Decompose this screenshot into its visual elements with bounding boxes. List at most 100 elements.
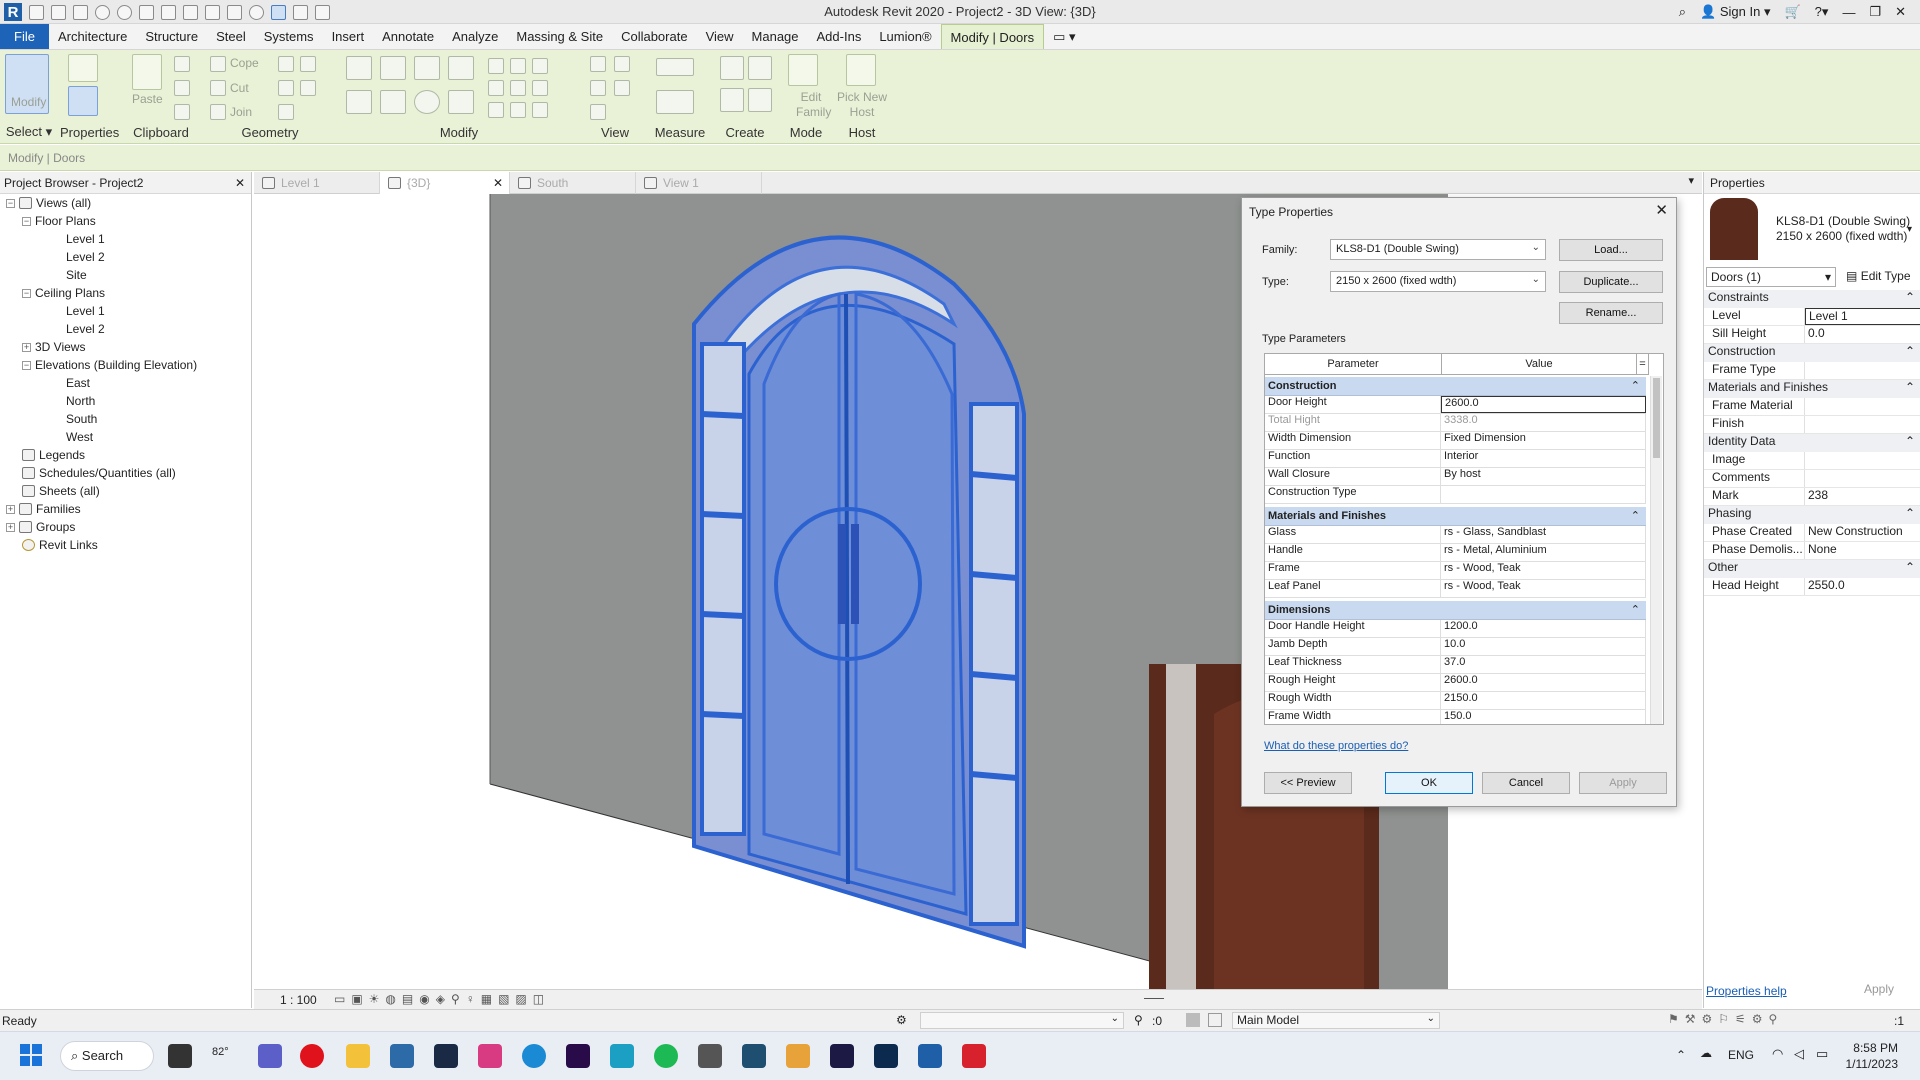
tab-steel[interactable]: Steel <box>207 24 255 49</box>
tray-app-icon[interactable]: ☁ <box>1700 1046 1712 1060</box>
preview-button[interactable]: << Preview <box>1264 772 1352 794</box>
delete-icon[interactable] <box>532 102 548 118</box>
table-scrollbar[interactable] <box>1650 376 1662 724</box>
type-select[interactable]: 2150 x 2600 (fixed wdth) ⌄ <box>1330 271 1546 292</box>
close-browser-icon[interactable]: ✕ <box>235 176 245 190</box>
prop-row-finish[interactable]: Finish <box>1704 416 1920 434</box>
tab-systems[interactable]: Systems <box>255 24 323 49</box>
tab-analyze[interactable]: Analyze <box>443 24 507 49</box>
design-option-select[interactable]: Main Model ⌄ <box>1232 1012 1440 1029</box>
table-row-width-dimension[interactable]: Width Dimension Fixed Dimension <box>1265 432 1646 450</box>
tree-elev-west[interactable]: West <box>66 430 93 444</box>
cut-clipboard-icon[interactable] <box>174 56 190 72</box>
align-icon[interactable] <box>346 56 372 80</box>
media-player-icon[interactable] <box>786 1044 810 1068</box>
rotate-icon[interactable] <box>414 90 440 114</box>
create-group-icon[interactable] <box>720 88 744 112</box>
tree-elev-south[interactable]: South <box>66 412 97 426</box>
tab-modify-doors[interactable]: Modify | Doors <box>940 24 1045 49</box>
tab-extra-dropdown[interactable]: ▭ ▾ <box>1044 24 1084 49</box>
prop-row-comments[interactable]: Comments <box>1704 470 1920 488</box>
tab-lumion[interactable]: Lumion® <box>870 24 940 49</box>
view-scale[interactable]: 1 : 100 <box>280 993 317 1007</box>
tree-floor-level-2[interactable]: Level 2 <box>66 250 105 264</box>
photos-icon[interactable] <box>390 1044 414 1068</box>
battery-icon[interactable]: ▭ <box>1816 1046 1828 1062</box>
scale-icon[interactable] <box>510 80 526 96</box>
3ds-max-icon[interactable] <box>610 1044 634 1068</box>
create-similar-icon[interactable] <box>748 88 772 112</box>
linework-icon[interactable] <box>590 80 606 96</box>
table-row-total-hight[interactable]: Total Hight 3338.0 <box>1265 414 1646 432</box>
editable-only-icon[interactable] <box>1208 1013 1222 1027</box>
volume-icon[interactable]: ◁ <box>1794 1046 1804 1062</box>
table-row-door-height[interactable]: Door Height 2600.0 <box>1265 396 1646 414</box>
autocad-tool-icon[interactable] <box>742 1044 766 1068</box>
join-icon[interactable] <box>210 104 226 120</box>
tab-insert[interactable]: Insert <box>323 24 374 49</box>
premiere-pro-icon[interactable] <box>566 1044 590 1068</box>
tab-file[interactable]: File <box>0 24 49 49</box>
offset-icon[interactable] <box>380 56 406 80</box>
spotify-icon[interactable] <box>654 1044 678 1068</box>
tray-overflow-icon[interactable]: ⌃ <box>1676 1048 1686 1062</box>
table-row-wall-closure[interactable]: Wall Closure By host <box>1265 468 1646 486</box>
family-select[interactable]: KLS8-D1 (Double Swing) ⌄ <box>1330 239 1546 260</box>
tree-floor-site[interactable]: Site <box>66 268 87 282</box>
sketchup-icon[interactable] <box>698 1044 722 1068</box>
group-other[interactable]: Other ⌃ <box>1704 560 1920 578</box>
view-tab-3d[interactable]: {3D} ✕ <box>380 172 510 194</box>
tree-elev-north[interactable]: North <box>66 394 95 408</box>
dialog-close-icon[interactable]: ✕ <box>1655 201 1668 219</box>
editing-requests-icon[interactable]: ⚲ <box>1134 1013 1143 1027</box>
tree-revit-links[interactable]: Revit Links <box>22 538 98 552</box>
workset-select[interactable]: ⌄ <box>920 1012 1124 1029</box>
tab-annotate[interactable]: Annotate <box>373 24 443 49</box>
taskbar-search[interactable]: ⌕ Search <box>60 1041 154 1071</box>
scroll-indicator[interactable] <box>1144 998 1164 999</box>
tab-add-ins[interactable]: Add-Ins <box>808 24 871 49</box>
table-row-frame[interactable]: Frame rs - Wood, Teak <box>1265 562 1646 580</box>
wifi-icon[interactable]: ◠ <box>1772 1046 1783 1062</box>
prop-row-phase-created[interactable]: Phase Created New Construction <box>1704 524 1920 542</box>
view-tab-south[interactable]: South <box>510 172 636 194</box>
properties-help-link-dialog[interactable]: What do these properties do? <box>1264 740 1408 752</box>
type-selector-dropdown-icon[interactable]: ▾ <box>1907 224 1912 235</box>
create-parts-icon[interactable] <box>748 56 772 80</box>
type-properties-icon[interactable] <box>68 54 98 82</box>
edge-icon[interactable] <box>522 1044 546 1068</box>
tree-ceiling-plans[interactable]: − Ceiling Plans <box>22 286 105 300</box>
match-type-icon[interactable] <box>174 104 190 120</box>
revit-taskbar-icon[interactable] <box>918 1044 942 1068</box>
hide-in-view-icon[interactable] <box>590 56 606 72</box>
close-window-button[interactable]: ✕ <box>1895 4 1906 20</box>
tab-view[interactable]: View <box>697 24 743 49</box>
split-face-icon[interactable] <box>278 56 294 72</box>
tree-families[interactable]: + Families <box>6 502 81 516</box>
measure-between-icon[interactable] <box>656 58 694 76</box>
prop-row-sill-height[interactable]: Sill Height 0.0 <box>1704 326 1920 344</box>
tree-legends[interactable]: Legends <box>22 448 85 462</box>
prop-row-head-height[interactable]: Head Height 2550.0 <box>1704 578 1920 596</box>
tree-floor-plans[interactable]: − Floor Plans <box>22 214 96 228</box>
mirror-axis-icon[interactable] <box>414 56 440 80</box>
copy-element-icon[interactable] <box>380 90 406 114</box>
copy-icon[interactable] <box>174 80 190 96</box>
task-view-icon[interactable] <box>168 1044 192 1068</box>
lightroom-classic-icon[interactable] <box>434 1044 458 1068</box>
selection-filter-icons[interactable]: ⚑⚒⚙⚐⚟⚙⚲ <box>1668 1012 1783 1026</box>
pick-new-host-icon[interactable] <box>846 54 876 86</box>
aligned-dimension-icon[interactable] <box>656 90 694 114</box>
help-icon[interactable]: ?▾ <box>1815 4 1829 20</box>
table-row-frame-width[interactable]: Frame Width 150.0 <box>1265 710 1646 724</box>
tab-architecture[interactable]: Architecture <box>49 24 136 49</box>
table-row-construction-type[interactable]: Construction Type <box>1265 486 1646 504</box>
col-header-formula[interactable]: = <box>1637 354 1649 375</box>
load-button[interactable]: Load... <box>1559 239 1663 261</box>
table-group-materials[interactable]: Materials and Finishes ⌃ <box>1265 507 1646 526</box>
tree-ceiling-level-1[interactable]: Level 1 <box>66 304 105 318</box>
move-icon[interactable] <box>346 90 372 114</box>
duplicate-button[interactable]: Duplicate... <box>1559 271 1663 293</box>
apply-button[interactable]: Apply <box>1579 772 1667 794</box>
tab-collaborate[interactable]: Collaborate <box>612 24 697 49</box>
